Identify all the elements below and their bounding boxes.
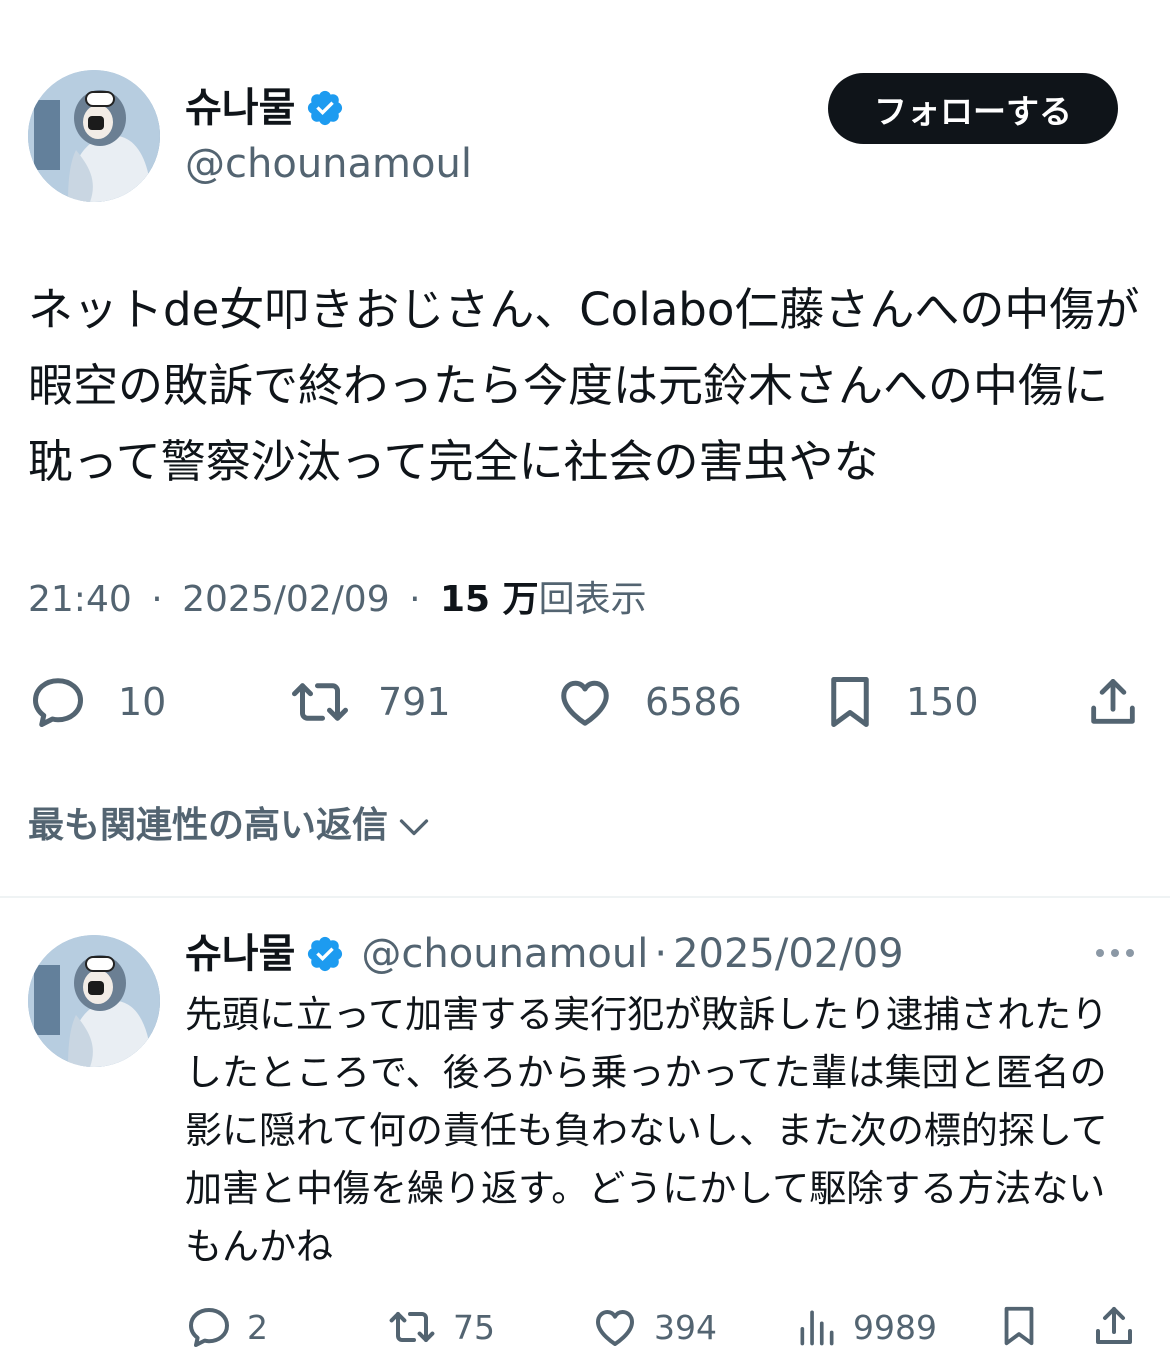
retweet-action[interactable]: 791	[288, 672, 451, 732]
bookmark-action[interactable]: 150	[820, 672, 979, 732]
verified-badge-icon	[305, 934, 345, 974]
share-icon	[1091, 679, 1135, 724]
reply-like-count: 394	[654, 1307, 717, 1347]
reply-views-action[interactable]: 9989	[795, 1303, 937, 1351]
retweet-icon	[389, 1312, 435, 1342]
more-icon	[1096, 949, 1134, 957]
tweet-time[interactable]: 21:40	[28, 579, 132, 620]
avatar-illustration	[28, 935, 160, 1067]
like-count: 6586	[645, 680, 742, 724]
author-avatar[interactable]	[28, 70, 160, 202]
views-label: 回表示	[538, 579, 647, 620]
reply-icon	[189, 1308, 229, 1347]
retweet-count: 791	[378, 680, 451, 724]
heart-icon	[596, 1310, 634, 1346]
heart-icon	[561, 680, 609, 726]
bookmark-icon	[831, 677, 869, 727]
reply-icon	[33, 678, 83, 727]
avatar-illustration	[28, 70, 160, 202]
reply-text: 先頭に立って加害する実行犯が敗訴したり逮捕されたりしたところで、後ろから乗っかっ…	[185, 993, 1109, 1268]
meta-separator: ·	[409, 579, 421, 620]
section-divider	[0, 896, 1170, 898]
retweet-icon	[292, 683, 348, 721]
reply-views-count: 9989	[853, 1307, 937, 1347]
reply-count: 10	[118, 680, 167, 724]
bookmark-count: 150	[906, 680, 979, 724]
share-action[interactable]	[1084, 672, 1142, 732]
reply-header: 슈나물 @chounamoul · 2025/02/09	[185, 934, 904, 974]
views-chart-icon	[800, 1310, 834, 1346]
reply-date[interactable]: 2025/02/09	[673, 934, 904, 974]
reply-share-action[interactable]	[1090, 1301, 1138, 1351]
follow-button[interactable]: フォローする	[828, 73, 1118, 144]
reply-author-display-name[interactable]: 슈나물	[185, 934, 295, 974]
reply-author-avatar[interactable]	[28, 935, 160, 1067]
author-name-row: 슈나물	[185, 88, 345, 128]
reply-reply-action[interactable]: 2	[185, 1303, 268, 1351]
reply-sort-dropdown[interactable]: 最も関連性の高い返信	[28, 806, 434, 846]
reply-retweet-count: 75	[453, 1307, 495, 1347]
reply-separator: ·	[654, 931, 668, 977]
chevron-down-icon	[399, 819, 429, 836]
reply-like-action[interactable]: 394	[590, 1303, 717, 1351]
verified-badge-icon	[305, 88, 345, 128]
reply-author-handle[interactable]: @chounamoul	[361, 934, 648, 974]
tweet-meta: 21:40 · 2025/02/09 · 15 万回表示	[28, 582, 647, 618]
like-action[interactable]: 6586	[555, 672, 742, 732]
meta-separator: ·	[151, 579, 163, 620]
views-count[interactable]: 15 万	[440, 579, 539, 620]
reply-retweet-action[interactable]: 75	[385, 1303, 495, 1351]
more-options-button[interactable]	[1090, 938, 1140, 968]
reply-action[interactable]: 10	[28, 672, 166, 732]
reply-reply-count: 2	[247, 1307, 268, 1347]
reply-sort-label: 最も関連性の高い返信	[28, 805, 389, 846]
tweet-text: ネットde女叩きおじさん、Colabo仁藤さんへの中傷が暇空の敗訴で終わったら今…	[28, 283, 1140, 488]
reply-bookmark-action[interactable]	[996, 1301, 1042, 1351]
share-icon	[1096, 1307, 1132, 1344]
author-handle[interactable]: @chounamoul	[185, 144, 472, 184]
author-display-name[interactable]: 슈나물	[185, 88, 295, 128]
tweet-date[interactable]: 2025/02/09	[182, 579, 390, 620]
bookmark-icon	[1004, 1306, 1034, 1346]
